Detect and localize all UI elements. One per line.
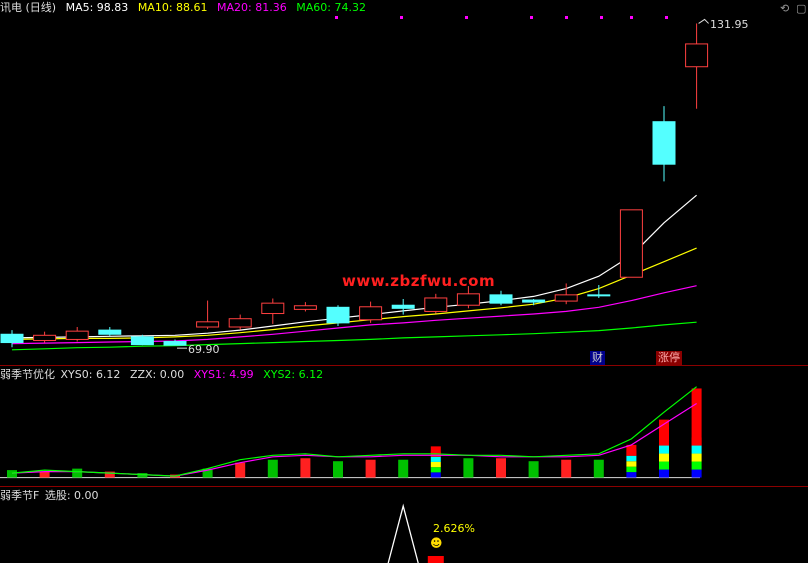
signal-dot: [665, 16, 668, 19]
high-marker: [698, 18, 709, 24]
watermark-text: www.zbzfwu.com: [342, 272, 496, 290]
ind1-bar-seg: [691, 445, 702, 454]
ind1-bar-seg: [430, 467, 441, 473]
candle-body: [261, 302, 285, 315]
candle-body: [522, 299, 546, 303]
ind1-bar: [300, 458, 311, 478]
finance-tag[interactable]: 财: [590, 351, 605, 365]
ind1-bar: [365, 459, 376, 478]
signal-dot: [530, 16, 533, 19]
ind1-bar-seg: [691, 453, 702, 462]
ind1-bar: [691, 388, 702, 446]
ind2-spike: [387, 503, 419, 563]
low-price-label: 69.90: [188, 343, 220, 356]
ind1-bar: [561, 459, 572, 478]
signal-dot: [465, 16, 468, 19]
ind1-bar: [528, 461, 539, 478]
ind1-bar: [398, 459, 409, 478]
ma10-line: [11, 247, 697, 340]
ind1-bar-seg: [626, 450, 637, 456]
ind1-bar-seg: [430, 461, 441, 468]
signal-dot: [565, 16, 568, 19]
ind1-bar-seg: [626, 461, 637, 467]
candle-body: [293, 305, 317, 310]
ind1-bar-seg: [626, 466, 637, 473]
limit-up-tag[interactable]: 涨停: [656, 351, 682, 365]
candle-body: [489, 294, 513, 304]
ind1-bar: [463, 458, 474, 478]
ind1-bar-seg: [626, 472, 637, 478]
candle-body: [554, 294, 578, 302]
ind1-bar: [7, 470, 17, 478]
ind1-bar-seg: [691, 461, 702, 470]
candle-body: [228, 318, 252, 328]
candle-body: [456, 293, 480, 306]
signal-dot: [335, 16, 338, 19]
candle-body: [619, 209, 643, 278]
signal-dot: [400, 16, 403, 19]
candle-body: [130, 336, 154, 346]
candle-body: [587, 294, 611, 297]
ind1-bar: [39, 471, 50, 478]
ind1-bar-seg: [430, 456, 441, 462]
ind1-bar-seg: [659, 461, 669, 470]
ind2-bar: [427, 556, 444, 563]
candle-body: [33, 334, 57, 341]
candle-body: [163, 341, 187, 346]
ind1-bar-seg: [626, 455, 637, 462]
candle-body: [652, 121, 676, 165]
ind1-bar: [496, 458, 506, 478]
candle-body: [685, 43, 709, 68]
ind1-bar: [593, 459, 604, 478]
ind1-bar-seg: [691, 437, 702, 446]
high-price-label: 131.95: [710, 18, 749, 31]
ind1-bar: [72, 468, 83, 478]
ind1-bar-seg: [659, 445, 669, 454]
ind1-bar-seg: [691, 469, 702, 478]
candle-body: [0, 333, 24, 344]
candle-body: [424, 297, 448, 312]
ind1-bar: [333, 461, 343, 478]
ind1-bar: [235, 462, 246, 478]
ind1-bar-seg: [430, 472, 441, 478]
ind1-bar-seg: [659, 469, 669, 478]
signal-dot: [600, 16, 603, 19]
ind1-bar-seg: [659, 453, 669, 462]
ind1-bar-seg: [659, 437, 669, 446]
candle-body: [65, 330, 89, 340]
candle-body: [359, 306, 383, 321]
smiley-icon: ☻: [430, 536, 443, 550]
ma5-line: [11, 194, 697, 339]
candle-body: [98, 329, 122, 335]
signal-dot: [630, 16, 633, 19]
candle-body: [391, 304, 415, 309]
ind1-bar: [267, 459, 278, 478]
pct-label: 2.626%: [433, 522, 475, 535]
candle-body: [326, 306, 350, 324]
candle-body: [196, 321, 220, 328]
